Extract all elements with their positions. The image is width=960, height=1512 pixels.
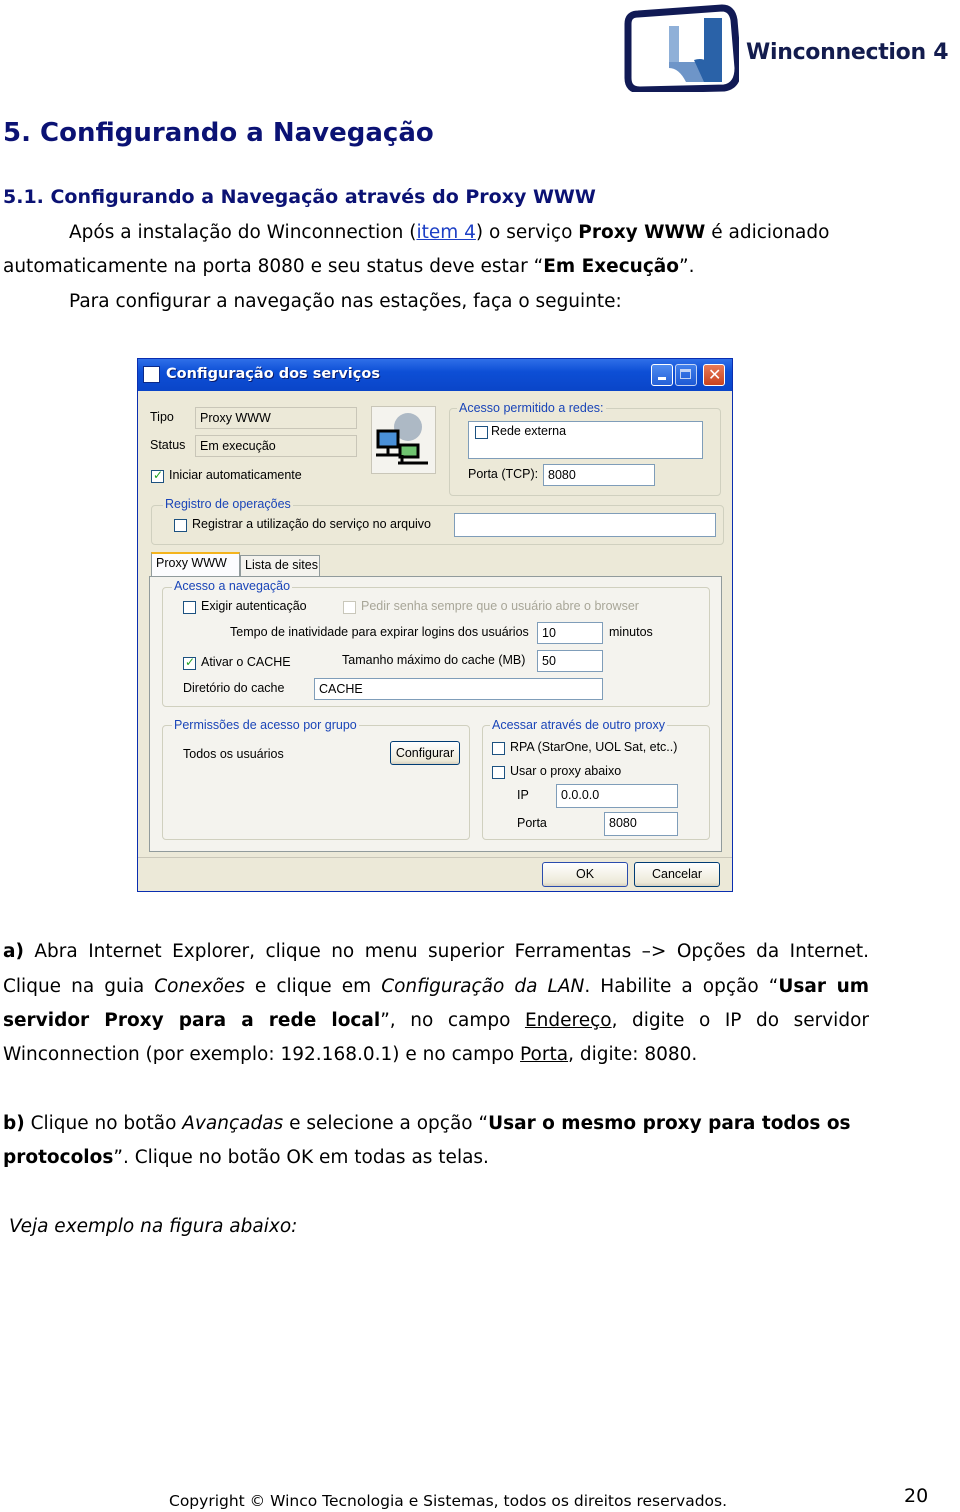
log-file-input[interactable] (454, 513, 716, 537)
maximize-icon (680, 369, 691, 379)
proxy-port-label: Porta (517, 816, 547, 830)
log-usage-checkbox[interactable] (174, 519, 187, 532)
enable-cache-label: Ativar o CACHE (201, 655, 291, 669)
idle-timeout-input[interactable]: 10 (537, 622, 603, 644)
configure-button[interactable]: Configurar (390, 741, 460, 765)
idle-timeout-label: Tempo de inatividade para expirar logins… (230, 625, 529, 639)
proxy-service-icon (371, 406, 436, 474)
step-b-line-1: b) Clique no botão Avançadas e selecione… (3, 1113, 851, 1134)
auto-start-label: Iniciar automaticamente (169, 468, 302, 482)
all-users-label: Todos os usuários (183, 747, 284, 761)
dialog-title: Configuração dos serviços (166, 366, 380, 382)
tipo-field: Proxy WWW (195, 407, 357, 429)
intro-line-3: Para configurar a navegação nas estações… (69, 291, 622, 312)
status-field: Em execução (195, 435, 357, 457)
maximize-button[interactable] (675, 364, 697, 386)
networks-list: Rede externa (468, 421, 703, 459)
tab-panel: Acesso a navegação Exigir autenticação P… (149, 576, 722, 852)
step-a-line-3: servidor Proxy para a rede local”, no ca… (3, 1010, 869, 1031)
close-icon: ✕ (708, 365, 722, 384)
page-heading: 5. Configurando a Navegação (3, 118, 434, 148)
cache-size-input[interactable]: 50 (537, 650, 603, 672)
use-proxy-label: Usar o proxy abaixo (510, 764, 622, 778)
title-bar: Configuração dos serviços ✕ (138, 359, 732, 391)
rpa-label: RPA (StarOne, UOL Sat, etc..) (510, 740, 678, 754)
tcp-port-input[interactable]: 8080 (543, 464, 655, 486)
ok-button[interactable]: OK (542, 862, 628, 887)
external-network-label: Rede externa (491, 424, 567, 438)
example-note: Veja exemplo na figura abaixo: (9, 1216, 298, 1237)
cache-dir-label: Diretório do cache (183, 681, 285, 695)
logo-text: Winconnection 4 (746, 40, 949, 65)
ask-password-label: Pedir senha sempre que o usuário abre o … (361, 599, 639, 613)
item-4-link[interactable]: item 4 (416, 222, 475, 243)
operations-log-label: Registro de operações (163, 497, 293, 511)
minimize-icon (658, 377, 666, 380)
cancel-button[interactable]: Cancelar (634, 862, 720, 887)
use-proxy-checkbox[interactable] (492, 766, 505, 779)
other-proxy-label: Acessar através de outro proxy (490, 718, 667, 732)
footer-copyright: Copyright © Winco Tecnologia e Sistemas,… (169, 1492, 728, 1510)
winconnection-logo-icon (624, 4, 739, 92)
winconnection-logo: Winconnection 4 (624, 4, 960, 92)
proxy-port-input[interactable]: 8080 (604, 812, 678, 836)
ask-password-checkbox[interactable] (343, 601, 356, 614)
tab-site-list[interactable]: Lista de sites (240, 555, 320, 577)
services-config-dialog: Configuração dos serviços ✕ Tipo Proxy W… (137, 358, 733, 892)
step-a-line-2: Clique na guia Conexões e clique em Conf… (3, 976, 870, 997)
app-icon (143, 366, 160, 383)
divider (138, 857, 732, 858)
idle-timeout-unit: minutos (609, 625, 653, 639)
intro-line-2: automaticamente na porta 8080 e seu stat… (3, 256, 695, 277)
cache-dir-input[interactable]: CACHE (314, 678, 603, 700)
step-b-line-2: protocolos”. Clique no botão OK em todas… (3, 1147, 489, 1168)
enable-cache-checkbox[interactable] (183, 655, 196, 670)
require-auth-checkbox[interactable] (183, 601, 196, 614)
intro-line-1: Após a instalação do Winconnection (item… (69, 222, 830, 243)
log-usage-label: Registrar a utilização do serviço no arq… (192, 517, 432, 531)
proxy-ip-input[interactable]: 0.0.0.0 (556, 784, 678, 808)
status-label: Status (150, 438, 186, 452)
page-number: 20 (904, 1485, 929, 1507)
network-computers-icon (376, 413, 428, 465)
rpa-checkbox[interactable] (492, 742, 505, 755)
navigation-access-label: Acesso a navegação (172, 579, 293, 593)
group-permissions-label: Permissões de acesso por grupo (172, 718, 359, 732)
proxy-ip-label: IP (517, 788, 529, 802)
section-heading: 5.1. Configurando a Navegação através do… (3, 186, 596, 208)
allowed-networks-label: Acesso permitido a redes: (457, 401, 606, 415)
external-network-checkbox[interactable] (475, 426, 488, 439)
close-button[interactable]: ✕ (703, 364, 725, 386)
auto-start-checkbox[interactable] (151, 468, 164, 483)
tcp-port-label: Porta (TCP): (468, 467, 539, 481)
require-auth-label: Exigir autenticação (201, 599, 307, 613)
step-a-line-4: Winconnection (por exemplo: 192.168.0.1)… (3, 1044, 698, 1065)
step-a-line-1: a) Abra Internet Explorer, clique no men… (3, 941, 869, 962)
minimize-button[interactable] (651, 364, 673, 386)
cache-size-label: Tamanho máximo do cache (MB) (342, 653, 526, 667)
tipo-label: Tipo (150, 410, 174, 424)
tab-proxy-www[interactable]: Proxy WWW (151, 552, 240, 577)
